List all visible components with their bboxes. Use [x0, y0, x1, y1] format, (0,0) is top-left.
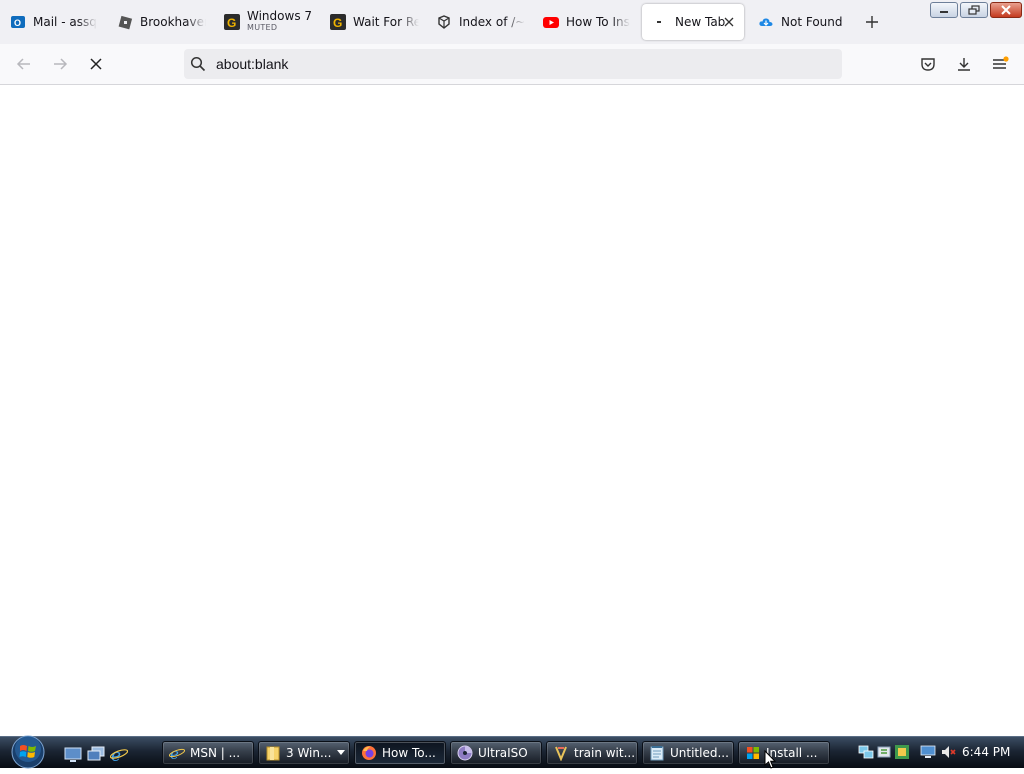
tab-mail[interactable]: O Mail - assqq — [0, 4, 104, 40]
windows-start-orb-icon — [11, 735, 45, 769]
tab-windows7[interactable]: G Windows 7 MUTED — [214, 4, 318, 40]
notepad-icon — [649, 745, 665, 761]
muted-label: MUTED — [247, 23, 278, 32]
youtube-icon — [543, 14, 559, 30]
tab-not-found[interactable]: Not Found — [748, 4, 852, 40]
chevron-down-icon[interactable] — [335, 746, 347, 760]
app-tray-icon[interactable] — [894, 744, 910, 760]
back-button[interactable] — [14, 54, 34, 74]
search-icon — [190, 56, 206, 76]
roblox-icon — [117, 14, 133, 30]
taskbar-item-ultraiso[interactable]: UltraISO — [450, 741, 542, 765]
cloud-icon — [758, 14, 774, 30]
downloads-button[interactable] — [954, 54, 974, 74]
pocket-icon — [921, 58, 935, 71]
tab-strip: O Mail - assqq Brookhaven G Windows 7 MU… — [0, 0, 1024, 44]
windows-taskbar: e e MSN | ... 3 Win... How To... UltraIS… — [0, 735, 1024, 769]
forward-arrow-icon — [54, 58, 68, 70]
windows-flag-icon — [745, 745, 761, 761]
switch-windows-icon[interactable] — [87, 745, 105, 763]
taskbar-clock[interactable]: 6:44 PM — [962, 745, 1010, 759]
dot-icon — [652, 14, 668, 30]
ie-icon: e — [169, 745, 185, 761]
address-bar[interactable] — [184, 49, 842, 79]
volume-muted-icon[interactable] — [940, 744, 956, 760]
taskbar-item-msn[interactable]: e MSN | ... — [162, 741, 254, 765]
new-tab-button[interactable] — [862, 12, 882, 32]
hamburger-menu-icon — [993, 56, 1009, 69]
taskbar-item-notepad[interactable]: Untitled... — [642, 741, 734, 765]
gem-icon — [553, 745, 569, 761]
disc-icon — [457, 745, 473, 761]
internet-explorer-quicklaunch-icon[interactable]: e — [109, 745, 129, 766]
svg-text:O: O — [14, 18, 21, 28]
close-tab-icon[interactable] — [722, 15, 736, 29]
safely-remove-tray-icon[interactable] — [876, 744, 892, 760]
navigation-toolbar — [0, 44, 1024, 85]
folder-icon — [265, 745, 281, 761]
svg-text:G: G — [333, 16, 342, 30]
tab-index-of[interactable]: Index of /~c — [426, 4, 530, 40]
stop-loading-button[interactable] — [86, 54, 106, 74]
display-tray-icon[interactable] — [920, 744, 936, 760]
index-icon — [436, 14, 452, 30]
menu-button[interactable] — [990, 54, 1010, 74]
svg-text:G: G — [227, 16, 236, 30]
mouse-cursor-icon — [764, 749, 778, 770]
back-arrow-icon — [16, 58, 30, 70]
firefox-icon — [361, 745, 377, 761]
forward-button[interactable] — [50, 54, 70, 74]
close-icon — [90, 58, 102, 70]
taskbar-item-train[interactable]: train wit... — [546, 741, 638, 765]
download-icon — [958, 58, 970, 71]
page-content — [0, 85, 1024, 736]
start-button[interactable] — [8, 735, 48, 769]
network-tray-icon[interactable] — [858, 744, 874, 760]
tab-new-tab[interactable]: New Tab — [642, 4, 744, 40]
show-desktop-icon[interactable] — [64, 745, 82, 763]
g-icon: G — [330, 14, 346, 30]
url-input[interactable] — [216, 49, 816, 79]
window-controls — [930, 2, 1022, 18]
tab-how-to-install[interactable]: How To Inst — [533, 4, 637, 40]
taskbar-item-install[interactable]: Install ... — [738, 741, 830, 765]
pocket-button[interactable] — [918, 54, 938, 74]
minimize-button[interactable] — [930, 2, 958, 18]
g-icon: G — [224, 14, 240, 30]
close-window-button[interactable] — [990, 2, 1022, 18]
taskbar-item-firefox[interactable]: How To... — [354, 741, 446, 765]
tab-brookhaven[interactable]: Brookhaven — [107, 4, 211, 40]
tab-wait-for-re[interactable]: G Wait For Re — [320, 4, 424, 40]
taskbar-item-explorer-group[interactable]: 3 Win... — [258, 741, 350, 765]
outlook-icon: O — [10, 14, 26, 30]
restore-button[interactable] — [960, 2, 988, 18]
